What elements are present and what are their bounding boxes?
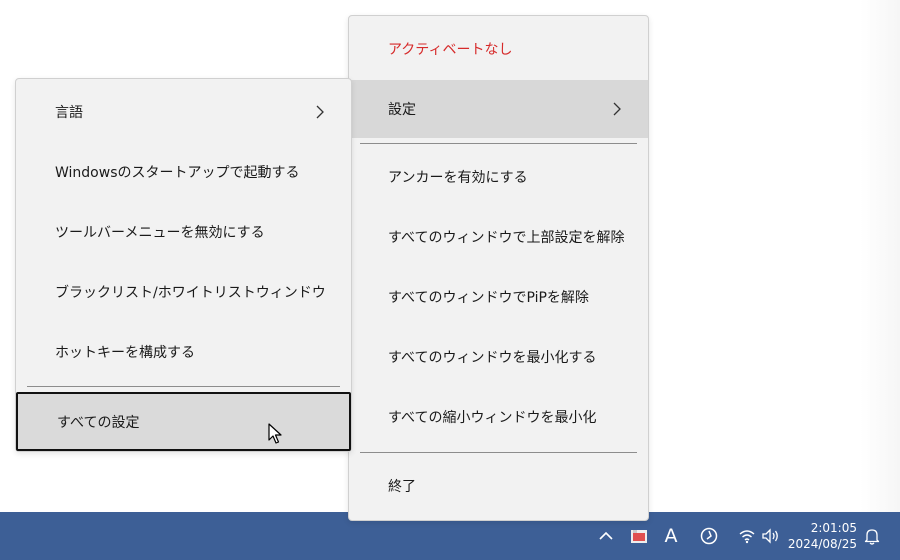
- clock-date: 2024/08/25: [787, 537, 857, 551]
- chevron-right-icon: [613, 102, 621, 116]
- menu-item-label: ブラックリスト/ホワイトリストウィンドウ: [55, 285, 326, 301]
- context-menu: アクティベートなし 設定 アンカーを有効にする すべてのウィンドウで上部設定を解…: [348, 15, 649, 521]
- menu-separator: [27, 386, 340, 387]
- menu-item-minimize-all[interactable]: すべてのウィンドウを最小化する: [349, 328, 648, 386]
- menu-separator: [360, 143, 637, 144]
- settings-submenu: 言語 Windowsのスタートアップで起動する ツールバーメニューを無効にする …: [15, 78, 352, 452]
- wifi-icon[interactable]: [737, 526, 757, 546]
- menu-separator: [360, 452, 637, 453]
- notification-bell-icon[interactable]: [862, 526, 882, 546]
- clock-time: 2:01:05: [810, 521, 857, 535]
- menu-item-settings[interactable]: 設定: [349, 80, 648, 138]
- menu-item-label: アンカーを有効にする: [388, 170, 528, 186]
- submenu-item-disable-toolbar-menu[interactable]: ツールバーメニューを無効にする: [16, 203, 351, 261]
- mouse-cursor-icon: [268, 423, 282, 444]
- menu-item-label: すべてのウィンドウでPiPを解除: [388, 290, 589, 306]
- circle-app-icon[interactable]: [699, 526, 719, 546]
- submenu-item-language[interactable]: 言語: [16, 83, 351, 141]
- submenu-item-hotkeys[interactable]: ホットキーを構成する: [16, 323, 351, 381]
- menu-item-minimize-shrunk[interactable]: すべての縮小ウィンドウを最小化: [349, 388, 648, 446]
- menu-item-label: すべてのウィンドウで上部設定を解除: [388, 230, 625, 246]
- menu-item-enable-anchor[interactable]: アンカーを有効にする: [349, 148, 648, 206]
- menu-item-exit[interactable]: 終了: [349, 457, 648, 515]
- submenu-item-startup[interactable]: Windowsのスタートアップで起動する: [16, 143, 351, 201]
- menu-item-label: 終了: [388, 479, 416, 495]
- menu-item-label: ホットキーを構成する: [55, 345, 195, 361]
- chevron-right-icon: [316, 105, 324, 119]
- menu-item-no-activate[interactable]: アクティベートなし: [349, 20, 648, 78]
- app-tray-icon[interactable]: [629, 526, 649, 546]
- submenu-item-blacklist-whitelist[interactable]: ブラックリスト/ホワイトリストウィンドウ: [16, 263, 351, 321]
- menu-item-label: すべての縮小ウィンドウを最小化: [388, 410, 597, 426]
- speaker-icon[interactable]: [761, 526, 781, 546]
- menu-item-label: すべてのウィンドウを最小化する: [388, 350, 597, 366]
- menu-item-label: すべての設定: [57, 414, 140, 431]
- menu-item-label: 言語: [55, 105, 83, 121]
- menu-item-unset-topmost-all[interactable]: すべてのウィンドウで上部設定を解除: [349, 208, 648, 266]
- ime-mode-icon[interactable]: A: [661, 524, 681, 548]
- taskbar-clock[interactable]: 2:01:05 2024/08/25: [788, 520, 857, 552]
- submenu-item-all-settings[interactable]: すべての設定: [16, 392, 351, 451]
- menu-item-unset-pip-all[interactable]: すべてのウィンドウでPiPを解除: [349, 268, 648, 326]
- menu-item-label: Windowsのスタートアップで起動する: [55, 165, 300, 181]
- menu-item-label: ツールバーメニューを無効にする: [55, 225, 265, 241]
- menu-item-label: アクティベートなし: [388, 42, 513, 58]
- menu-item-label: 設定: [388, 102, 416, 118]
- show-hidden-icons-chevron-up-icon[interactable]: [597, 526, 615, 546]
